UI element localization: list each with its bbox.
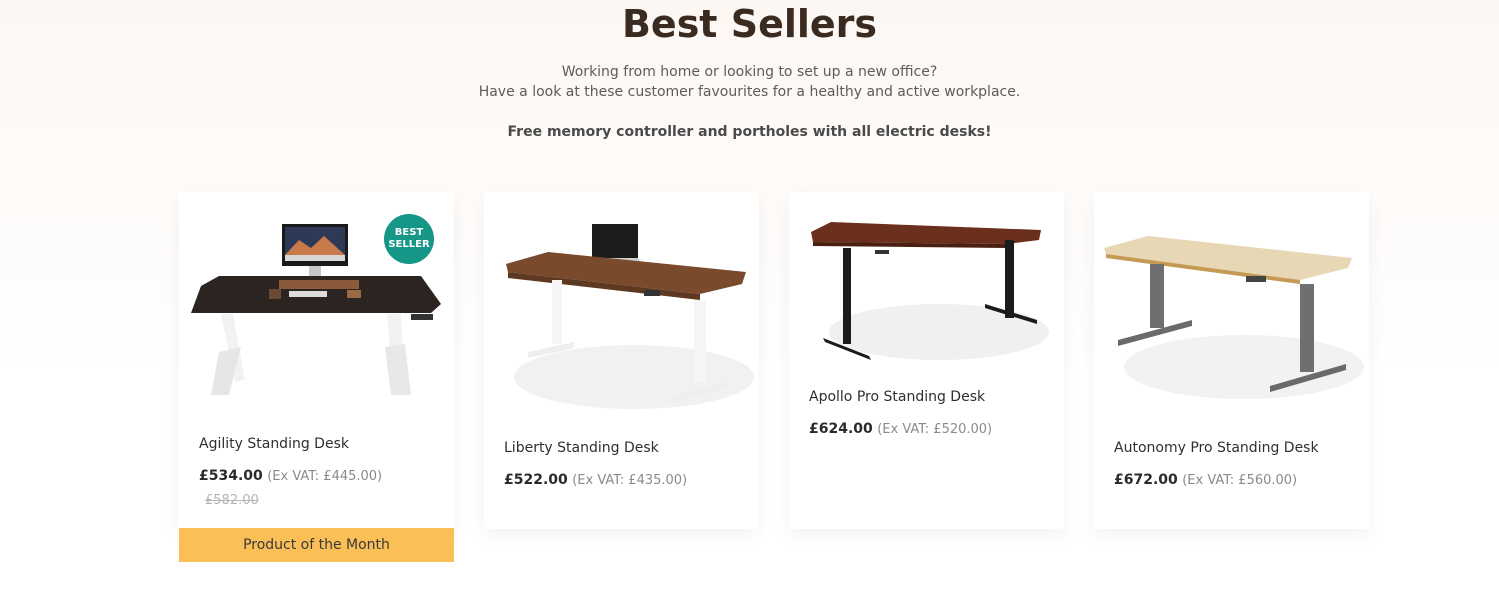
product-of-the-month-ribbon[interactable]: Product of the Month — [179, 528, 454, 562]
product-price-ex-vat: (Ex VAT: £560.00) — [1182, 473, 1298, 488]
desk-leg-right — [1300, 284, 1314, 372]
product-price-ex-vat: (Ex VAT: £445.00) — [267, 469, 383, 484]
controller — [411, 314, 433, 320]
controller — [644, 290, 660, 296]
desk-leg-left — [843, 248, 851, 344]
keyboard — [289, 291, 327, 297]
controller — [1246, 276, 1266, 282]
monitor-stand — [309, 266, 321, 276]
product-price-ex-vat: (Ex VAT: £435.00) — [572, 473, 688, 488]
product-price: £624.00 — [809, 421, 873, 437]
desk-accessory — [269, 289, 281, 299]
floor-shadow — [829, 304, 1049, 360]
product-name[interactable]: Agility Standing Desk — [199, 436, 349, 452]
desk-leg-left — [1150, 264, 1164, 328]
section-subtitle: Working from home or looking to set up a… — [0, 62, 1499, 102]
notebook — [347, 290, 361, 298]
best-seller-badge: BEST SELLER — [384, 214, 434, 264]
desk-foot-right — [385, 344, 411, 395]
desk-leg-right — [694, 300, 706, 382]
product-price: £672.00 — [1114, 472, 1178, 488]
badge-line-2: SELLER — [388, 239, 430, 250]
product-name[interactable]: Apollo Pro Standing Desk — [809, 389, 985, 405]
product-card-agility[interactable]: BEST SELLER Agility Standing Desk £534.0… — [179, 192, 454, 529]
product-card-autonomy-pro[interactable]: Autonomy Pro Standing Desk £672.00 (Ex V… — [1094, 192, 1369, 529]
desk-shelf — [279, 280, 359, 289]
desk-leg-left — [552, 280, 562, 344]
subtitle-line-1: Working from home or looking to set up a… — [561, 64, 938, 80]
controller — [875, 250, 889, 254]
product-price-row: £534.00 (Ex VAT: £445.00) — [199, 468, 382, 484]
product-card-liberty[interactable]: Liberty Standing Desk £522.00 (Ex VAT: £… — [484, 192, 759, 529]
promo-text: Free memory controller and portholes wit… — [507, 124, 992, 140]
product-name[interactable]: Autonomy Pro Standing Desk — [1114, 440, 1319, 456]
product-price-row: £624.00 (Ex VAT: £520.00) — [809, 421, 992, 437]
desk-leg-right — [1005, 240, 1014, 318]
product-card-apollo[interactable]: Apollo Pro Standing Desk £624.00 (Ex VAT… — [789, 192, 1064, 529]
laptop-screen — [592, 224, 638, 258]
product-image-liberty[interactable] — [484, 192, 759, 424]
product-image-autonomy-pro[interactable] — [1094, 192, 1369, 424]
product-name[interactable]: Liberty Standing Desk — [504, 440, 659, 456]
product-price-row: £672.00 (Ex VAT: £560.00) — [1114, 472, 1297, 488]
product-price-row: £522.00 (Ex VAT: £435.00) — [504, 472, 687, 488]
floor-shadow — [514, 345, 754, 409]
monitor-chin — [285, 255, 345, 261]
product-price: £534.00 — [199, 468, 263, 484]
subtitle-line-2: Have a look at these customer favourites… — [478, 84, 1021, 100]
product-price: £522.00 — [504, 472, 568, 488]
floor-shadow — [1124, 335, 1364, 399]
badge-line-1: BEST — [394, 227, 424, 238]
product-price-ex-vat: (Ex VAT: £520.00) — [877, 422, 993, 437]
product-old-price: £582.00 — [205, 493, 259, 508]
section-title: Best Sellers — [621, 2, 878, 46]
